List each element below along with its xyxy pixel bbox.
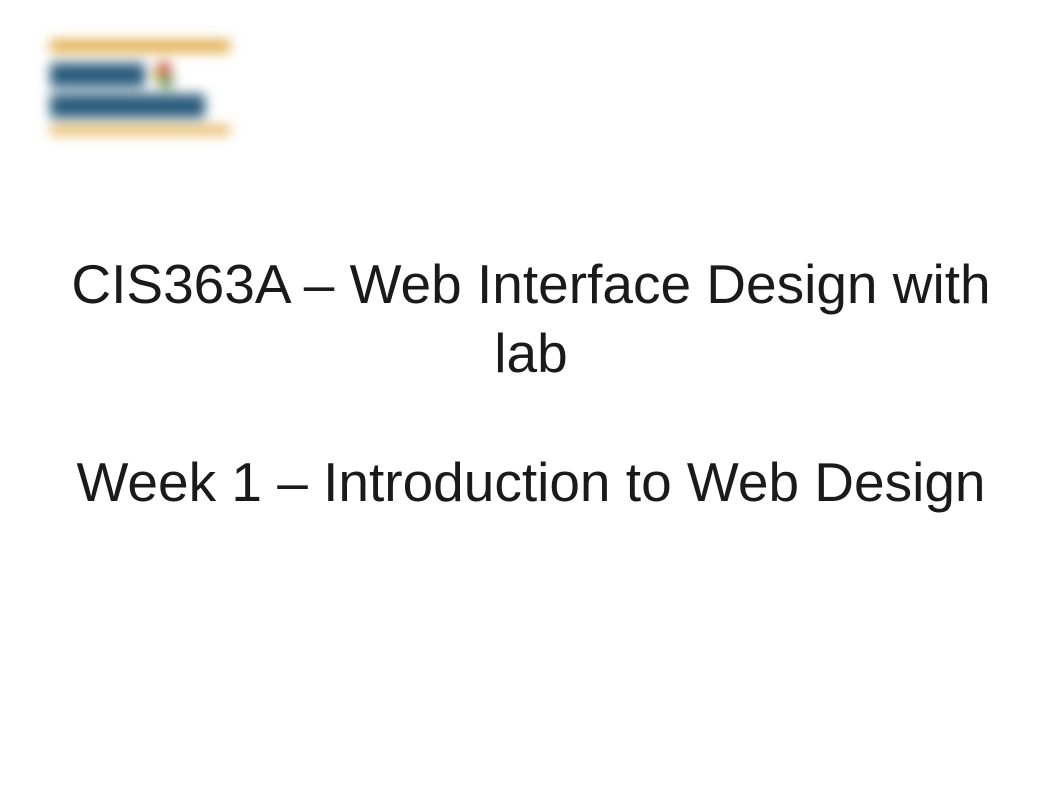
logo-accent-top [50,40,230,52]
university-logo [50,40,250,180]
logo-emblem-icon [153,62,175,88]
logo-text-university [50,94,205,118]
logo-text-devry [50,63,145,87]
logo-accent-bottom [50,126,230,134]
course-title: CIS363A – Web Interface Design with lab [60,250,1002,388]
week-title: Week 1 – Introduction to Web Design [60,448,1002,517]
slide-content: CIS363A – Web Interface Design with lab … [0,250,1062,516]
